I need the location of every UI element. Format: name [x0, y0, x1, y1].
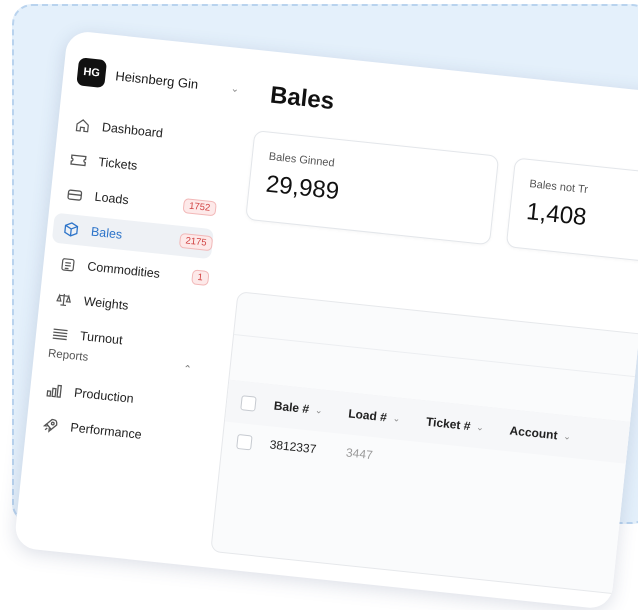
sidebar-item-label: Commodities [86, 259, 161, 281]
select-all-checkbox[interactable] [240, 394, 257, 412]
row-checkbox[interactable] [236, 433, 253, 450]
sidebar-item-label: Tickets [97, 154, 139, 173]
chevron-down-icon: ⌄ [562, 430, 572, 442]
ticket-icon [70, 151, 88, 169]
app-window: HG Heisnberg Gin ⌄ Dashboard Tickets Loa… [13, 30, 638, 610]
stat-value: 29,989 [264, 170, 341, 206]
tray-icon [66, 186, 84, 204]
reports-nav: Production Performance [31, 374, 197, 460]
chevron-down-icon: ⌄ [392, 412, 401, 424]
main-nav: Dashboard Tickets Loads 1752 Bales 2175 … [40, 108, 225, 368]
lines-icon [51, 325, 69, 343]
main-content: Bales Bales Ginned 29,989 Bales not Tr 1… [209, 50, 638, 609]
column-label: Ticket # [425, 414, 472, 434]
scale-icon [55, 290, 73, 308]
column-label: Bale # [273, 398, 310, 417]
stat-card-bales-not-transferred: Bales not Tr 1,408 [505, 157, 638, 273]
stat-label: Bales not Tr [528, 178, 589, 197]
home-icon [73, 116, 91, 134]
brand-logo: HG [76, 57, 108, 89]
chevron-down-icon[interactable]: ⌄ [230, 83, 239, 95]
chevron-down-icon: ⌄ [314, 404, 324, 416]
cube-icon [62, 221, 80, 239]
chevron-down-icon: ⌄ [475, 421, 485, 433]
stat-value: 1,408 [525, 197, 588, 232]
brand-switcher[interactable]: HG Heisnberg Gin [76, 57, 199, 98]
rocket-icon [42, 417, 60, 435]
column-header-account[interactable]: Account ⌄ [509, 423, 572, 443]
sidebar-item-label: Performance [69, 420, 143, 442]
column-header-bale[interactable]: Bale # ⌄ [273, 399, 323, 418]
count-badge: 1 [190, 269, 210, 287]
brand-name: Heisnberg Gin [114, 67, 199, 92]
column-label: Account [508, 423, 559, 443]
sidebar-item-label: Production [73, 385, 135, 406]
sidebar-item-label: Turnout [79, 328, 124, 348]
column-header-ticket[interactable]: Ticket # ⌄ [425, 415, 484, 435]
page-title: Bales [268, 81, 336, 116]
bar-chart-icon [45, 382, 63, 400]
count-badge: 1752 [182, 198, 217, 217]
count-badge: 2175 [178, 232, 214, 252]
stat-card-bales-ginned: Bales Ginned 29,989 [245, 130, 500, 246]
stat-label: Bales Ginned [268, 150, 336, 170]
document-icon [59, 255, 77, 273]
cell-bale: 3812337 [269, 437, 317, 457]
bales-table: Bale # ⌄ Load # ⌄ Ticket # ⌄ Account ⌄ 3… [210, 291, 638, 598]
chevron-up-icon[interactable]: ⌃ [183, 364, 192, 376]
cell-load: 3447 [345, 445, 374, 463]
column-header-load[interactable]: Load # ⌄ [348, 406, 401, 425]
sidebar-item-label: Loads [93, 189, 130, 208]
column-label: Load # [347, 406, 388, 425]
sidebar-item-label: Dashboard [101, 120, 164, 141]
sidebar-item-label: Bales [90, 224, 123, 242]
sidebar-item-label: Weights [83, 294, 130, 313]
